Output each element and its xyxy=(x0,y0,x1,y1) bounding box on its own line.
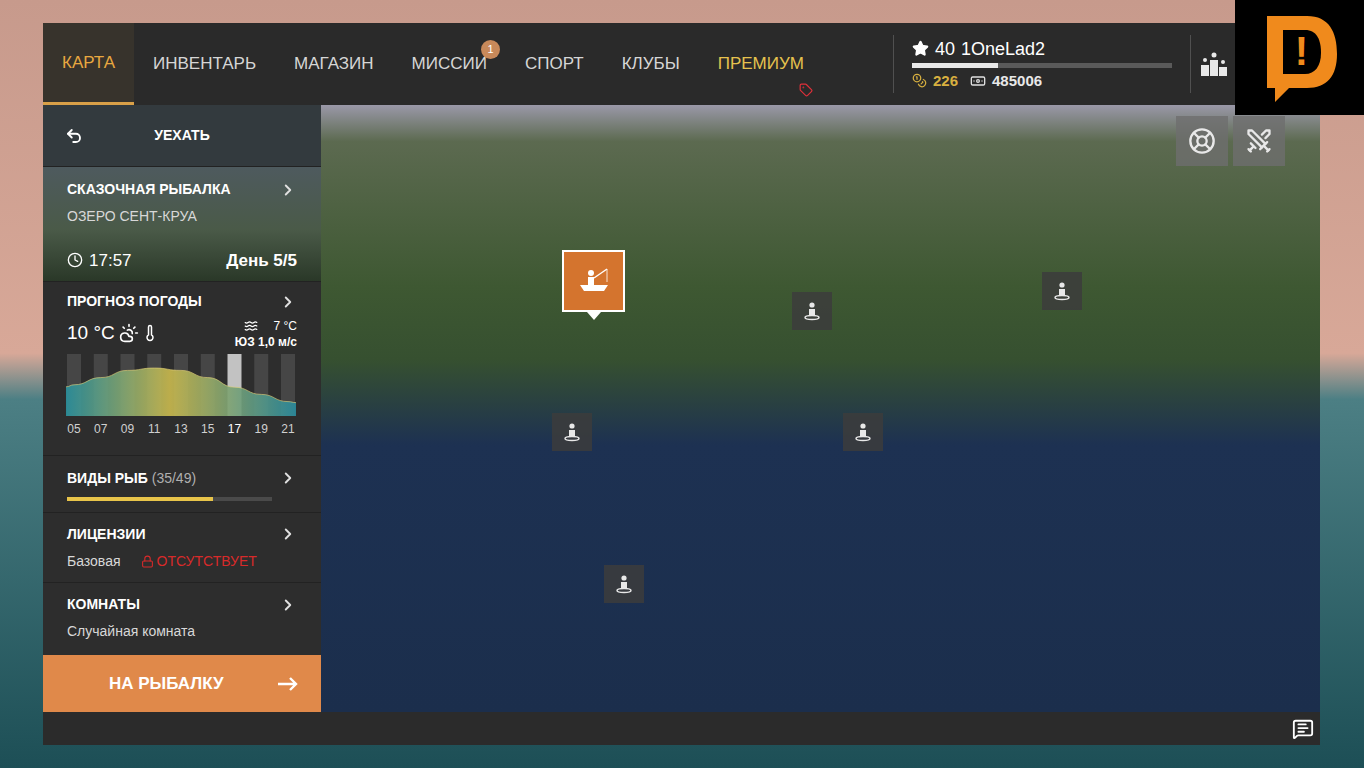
lock-icon xyxy=(141,555,154,568)
arrow-right-icon xyxy=(277,676,299,692)
logo-mark: ! xyxy=(1287,28,1317,74)
game-day: День 5/5 xyxy=(226,248,297,274)
lake-map[interactable] xyxy=(321,105,1320,712)
bottom-bar xyxy=(43,712,1320,745)
chat-icon[interactable] xyxy=(1292,718,1314,740)
map-pin[interactable] xyxy=(604,565,644,603)
hour-label: 19 xyxy=(253,421,269,437)
chevron-right-icon xyxy=(279,181,297,199)
game-screen: КАРТАИНВЕНТАРЬМАГАЗИНМИССИИ1СПОРТКЛУБЫПР… xyxy=(0,0,1364,768)
angler-spot-icon xyxy=(802,301,822,321)
gold-icon xyxy=(912,73,927,88)
player-rank: 40 xyxy=(935,39,955,59)
back-button[interactable]: УЕХАТЬ xyxy=(43,105,321,167)
location-title: СКАЗОЧНАЯ РЫБАЛКА xyxy=(67,179,231,200)
nav-badge: 1 xyxy=(481,40,500,59)
thermometer-icon xyxy=(141,324,159,342)
rank-star-icon xyxy=(912,40,929,57)
nav-tab[interactable]: МИССИИ1 xyxy=(393,23,506,105)
back-arrow-icon xyxy=(65,127,83,145)
angler-spot-icon xyxy=(1052,281,1072,301)
map-pin[interactable] xyxy=(843,413,883,451)
water-waves-icon xyxy=(244,319,258,333)
map-pin[interactable] xyxy=(552,413,592,451)
temperature-curve-icon xyxy=(66,354,296,416)
fish-count: (35/49) xyxy=(152,470,196,486)
location-card[interactable]: СКАЗОЧНАЯ РЫБАЛКА ОЗЕРО СЕНТ-КРУА 17:57 Ден… xyxy=(43,167,321,282)
water-temperature: 7 °C xyxy=(274,318,297,334)
room-value: Случайная комната xyxy=(67,621,297,642)
map-pin[interactable] xyxy=(562,250,625,320)
sidebar: УЕХАТЬ СКАЗОЧНАЯ РЫБАЛКА ОЗЕРО СЕНТ-КРУА 17… xyxy=(43,105,321,712)
hour-label: 07 xyxy=(93,421,109,437)
chevron-right-icon xyxy=(279,469,297,487)
nav-tab[interactable]: КАРТА xyxy=(43,23,134,105)
nav-tab[interactable]: СПОРТ xyxy=(506,23,603,105)
top-nav: КАРТАИНВЕНТАРЬМАГАЗИНМИССИИ1СПОРТКЛУБЫПР… xyxy=(43,23,1320,105)
map-pin[interactable] xyxy=(792,292,832,330)
game-time: 17:57 xyxy=(89,248,132,274)
map-pin[interactable] xyxy=(1042,272,1082,310)
clock-icon xyxy=(67,252,83,268)
xp-bar xyxy=(912,63,1172,68)
fish-species[interactable]: ВИДЫ РЫБ (35/49) xyxy=(43,456,321,513)
player-info: 40 1OneLad2226 485006 xyxy=(893,35,1190,93)
angler-spot-icon xyxy=(853,422,873,442)
lifebuoy-icon xyxy=(1188,127,1216,155)
silver-amount: 485006 xyxy=(992,72,1042,90)
lifebuoy-button[interactable] xyxy=(1176,116,1228,166)
hour-label: 17 xyxy=(227,421,243,437)
lake-name: ОЗЕРО СЕНТ-КРУА xyxy=(67,206,297,227)
hour-label: 15 xyxy=(200,421,216,437)
weather-section[interactable]: ПРОГНОЗ ПОГОДЫ10 °C7 °CЮЗ 1,0 м/с0507091… xyxy=(43,282,321,456)
stream-logo: ! xyxy=(1235,0,1364,115)
nav-tab[interactable]: ИНВЕНТАРЬ xyxy=(134,23,275,105)
crossed-swords-icon xyxy=(1245,127,1273,155)
hour-label: 21 xyxy=(280,421,296,437)
weather-cloud-sun-icon xyxy=(119,323,139,343)
nav-tab[interactable]: ПРЕМИУМ xyxy=(699,23,823,105)
chevron-right-icon xyxy=(279,293,297,311)
rooms[interactable]: КОМНАТЫСлучайная комната xyxy=(43,583,321,653)
go-fishing-button[interactable]: НА РЫБАЛКУ xyxy=(43,655,321,712)
player-name: 1OneLad2 xyxy=(961,39,1045,59)
license-status: ОТСУТСТВУЕТ xyxy=(157,551,257,572)
hour-label: 09 xyxy=(120,421,136,437)
hour-label: 13 xyxy=(173,421,189,437)
angler-spot-icon xyxy=(614,574,634,594)
air-temperature: 10 °C xyxy=(67,319,115,348)
gold-amount: 226 xyxy=(933,72,958,90)
chevron-right-icon xyxy=(279,525,297,543)
hour-label: 11 xyxy=(146,421,162,437)
fish-progress xyxy=(67,497,272,501)
wind: ЮЗ 1,0 м/с xyxy=(235,334,297,350)
game-window: КАРТАИНВЕНТАРЬМАГАЗИНМИССИИ1СПОРТКЛУБЫПР… xyxy=(43,23,1320,745)
boat-fishing-icon xyxy=(577,266,611,296)
licenses[interactable]: ЛИЦЕНЗИИБазоваяОТСУТСТВУЕТ xyxy=(43,513,321,583)
nav-tab[interactable]: МАГАЗИН xyxy=(275,23,392,105)
license-type: Базовая xyxy=(67,551,121,572)
nav-tab[interactable]: КЛУБЫ xyxy=(603,23,699,105)
hour-label: 05 xyxy=(66,421,82,437)
leaderboard-icon[interactable] xyxy=(1199,50,1229,78)
silver-icon xyxy=(970,73,986,89)
sale-tag-icon xyxy=(799,83,813,97)
tournament-button[interactable] xyxy=(1233,116,1285,166)
chevron-right-icon xyxy=(279,596,297,614)
temperature-chart: 05 07 09 11 13 15 17 19 21 xyxy=(66,354,296,437)
angler-spot-icon xyxy=(562,422,582,442)
